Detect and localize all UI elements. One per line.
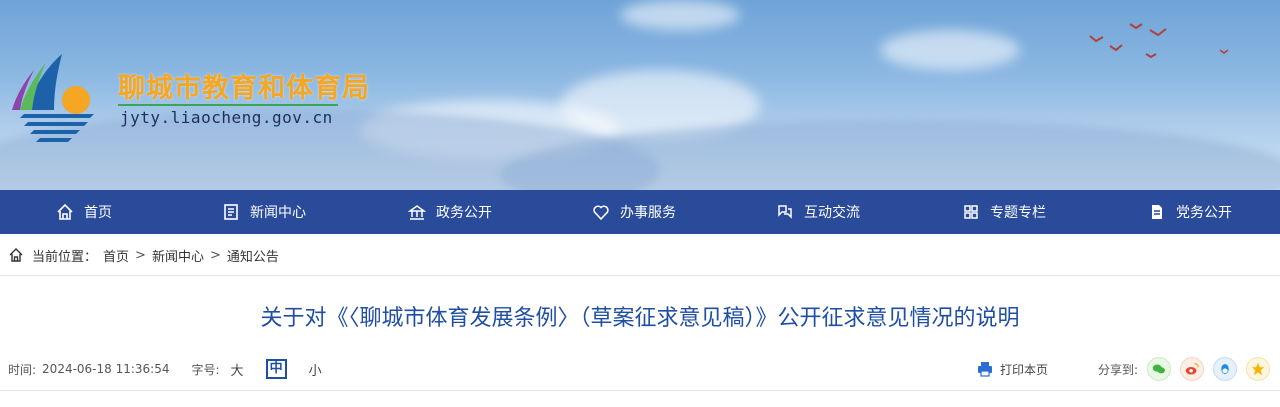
weibo-icon [1185,363,1199,375]
interaction-icon [778,205,792,219]
breadcrumb-prefix: 当前位置： [32,249,98,265]
divider [0,275,1280,276]
cloud-decoration [880,30,1020,70]
breadcrumb-link-home[interactable]: 首页 [103,246,129,265]
nav-item-home[interactable]: 首页 [56,190,112,234]
nav-item-label: 办事服务 [620,205,676,221]
header-banner: 聊城市教育和体育局 jyty.liaocheng.gov.cn [0,0,1280,190]
share-label: 分享到: [1098,362,1139,377]
nav-item-label: 新闻中心 [250,205,306,221]
divider [0,390,1280,391]
nav-item-label: 政务公开 [436,205,492,221]
font-size-label: 字号: [191,362,220,377]
birds-decoration-icon [1089,23,1229,59]
home-icon [57,203,73,220]
home-icon [9,248,23,262]
qq-share-button[interactable] [1213,357,1238,381]
print-button[interactable]: 打印本页 [976,357,1048,381]
font-size-control: 字号: 大 中 小 [192,359,333,379]
time-value: 2024-06-18 11:36:54 [42,362,170,376]
breadcrumb: 当前位置： 首页 > 新闻中心 > 通知公告 [8,244,285,266]
qq-icon [1221,364,1229,374]
breadcrumb-separator: > [209,247,221,263]
main-nav: 首页 新闻中心 政务公开 办事服务 互动交流 专题专栏 党务公开 [0,190,1280,234]
document-icon [1152,205,1162,219]
breadcrumb-link-news[interactable]: 新闻中心 [152,246,204,265]
article-meta: 时间: 2024-06-18 11:36:54 字号: 大 中 小 [8,357,333,381]
grid-icon [964,205,978,219]
nav-item-label: 互动交流 [804,205,860,221]
printer-icon [978,362,992,377]
nav-item-label: 专题专栏 [990,205,1046,221]
font-size-large-button[interactable]: 大 [231,360,244,379]
wechat-icon [1152,364,1166,374]
site-name-underline [118,104,338,106]
breadcrumb-separator: > [135,247,146,263]
nav-item-government[interactable]: 政务公开 [408,190,492,234]
share-bar: 分享到: [1098,355,1271,383]
government-icon [408,205,426,220]
cloud-decoration [620,0,740,30]
breadcrumb-link-notices[interactable]: 通知公告 [227,246,279,265]
wechat-share-button[interactable] [1147,357,1172,381]
nav-item-topics[interactable]: 专题专栏 [962,190,1046,234]
time-label: 时间: [8,362,37,377]
heart-icon [593,205,609,221]
nav-item-interaction[interactable]: 互动交流 [776,190,860,234]
nav-item-label: 党务公开 [1176,205,1232,221]
weibo-share-button[interactable] [1180,357,1205,381]
news-icon [224,204,238,220]
nav-item-label: 首页 [84,205,112,221]
site-name[interactable]: 聊城市教育和体育局 [118,66,370,105]
star-icon [1251,362,1265,376]
nav-item-services[interactable]: 办事服务 [592,190,676,234]
site-url[interactable]: jyty.liaocheng.gov.cn [120,108,333,127]
font-size-small-button[interactable]: 小 [309,360,322,379]
article-title: 关于对《〈聊城市体育发展条例〉（草案征求意见稿）》公开征求意见情况的说明 [260,306,1020,331]
qzone-share-button[interactable] [1246,357,1271,381]
nav-item-party[interactable]: 党务公开 [1148,190,1232,234]
font-size-medium-button[interactable]: 中 [265,359,287,379]
nav-item-news[interactable]: 新闻中心 [222,190,306,234]
site-logo-icon[interactable] [10,52,100,152]
print-label: 打印本页 [1000,362,1049,377]
